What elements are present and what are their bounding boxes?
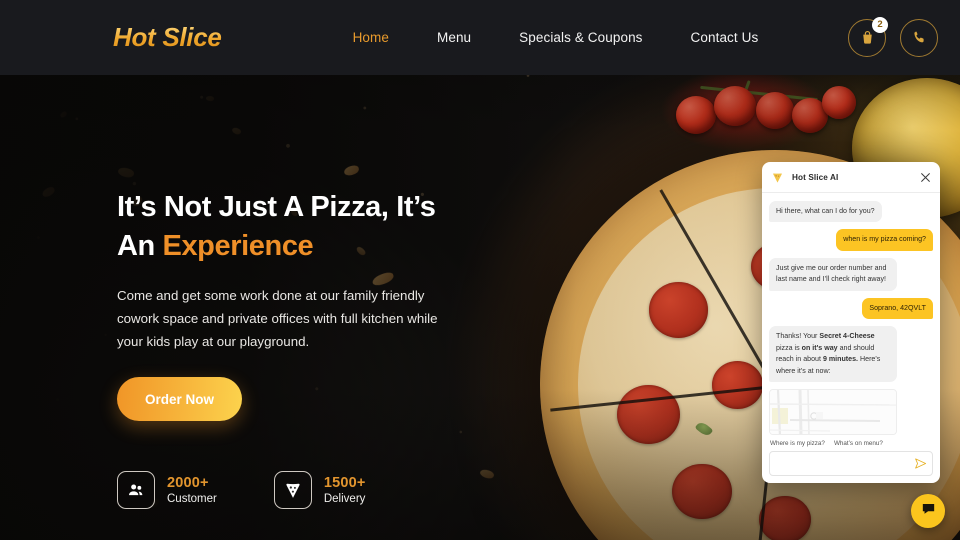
hero-title-line1: It’s Not Just A Pizza, It’s [117,191,436,223]
pizza-slice-icon [273,471,312,510]
brand-logo[interactable]: Hot Slice [113,22,222,53]
send-icon[interactable] [913,457,927,471]
chip-whats-on-menu[interactable]: What’s on menu? [834,440,883,447]
stat-customer: 2000+ Customer [117,471,217,510]
chat-input-row[interactable] [769,451,933,476]
chat-title: Hot Slice AI [792,172,839,182]
nav-item-home[interactable]: Home [353,30,389,45]
nav-item-contact[interactable]: Contact Us [691,30,759,45]
chat-input[interactable] [775,460,913,467]
close-icon[interactable] [919,171,932,184]
chat-message-bot: Just give me our order number and last n… [769,257,897,291]
hero-subtitle: Come and get some work done at our famil… [117,288,438,350]
chat-message-user: when is my pizza coming? [836,229,933,251]
hero-title-line2-plain: An [117,229,163,262]
chat-header: Hot Slice AI [762,162,940,193]
people-icon [117,471,155,510]
chat-message-list: Hi there, what can I do for you? when is… [762,193,940,437]
stat-customer-value: 2000+ [167,475,209,492]
chat-message-bot: Hi there, what can I do for you? [769,201,882,223]
hero-title: It’s Not Just A Pizza, It’s An Experienc… [117,188,537,265]
main-nav: Home Menu Specials & Coupons Contact Us [353,30,759,45]
chat-message-bot-rich: Thanks! Your Secret 4-Cheese pizza is on… [769,326,897,383]
nav-item-specials[interactable]: Specials & Coupons [519,30,642,45]
hero-content: It’s Not Just A Pizza, It’s An Experienc… [117,188,537,510]
delivery-map-thumbnail[interactable] [769,389,897,435]
pizza-slice-icon [770,170,784,184]
phone-icon [911,29,928,46]
stat-delivery: 1500+ Delivery [273,471,366,510]
stat-customer-label: Customer [167,493,217,506]
chat-message-user: Soprano, 42QVLT [862,297,933,320]
site-header: Hot Slice Home Menu Specials & Coupons C… [0,0,960,75]
stat-delivery-value: 1500+ [323,475,366,492]
hero-title-line2-accent: Experience [162,229,314,262]
order-now-button[interactable]: Order Now [117,377,242,422]
chip-where-is-my-pizza[interactable]: Where is my pizza? [770,440,825,447]
page-root: Hot Slice Home Menu Specials & Coupons C… [0,0,960,540]
hero-stats: 2000+ Customer 1500+ Delivery [117,471,537,510]
shopping-bag-icon [859,29,876,46]
nav-item-menu[interactable]: Menu [437,30,471,45]
chat-bubble-icon [920,500,937,522]
chat-widget: Hot Slice AI Hi there, what can I do for… [762,162,940,483]
stat-delivery-label: Delivery [323,493,366,506]
chat-fab-button[interactable] [911,494,945,528]
header-actions: 2 [848,16,938,57]
cart-button[interactable]: 2 [848,16,888,57]
chat-suggestion-chips: Where is my pizza? What’s on menu? [762,437,940,451]
cart-badge-count: 2 [872,16,888,33]
call-button[interactable] [900,18,938,57]
